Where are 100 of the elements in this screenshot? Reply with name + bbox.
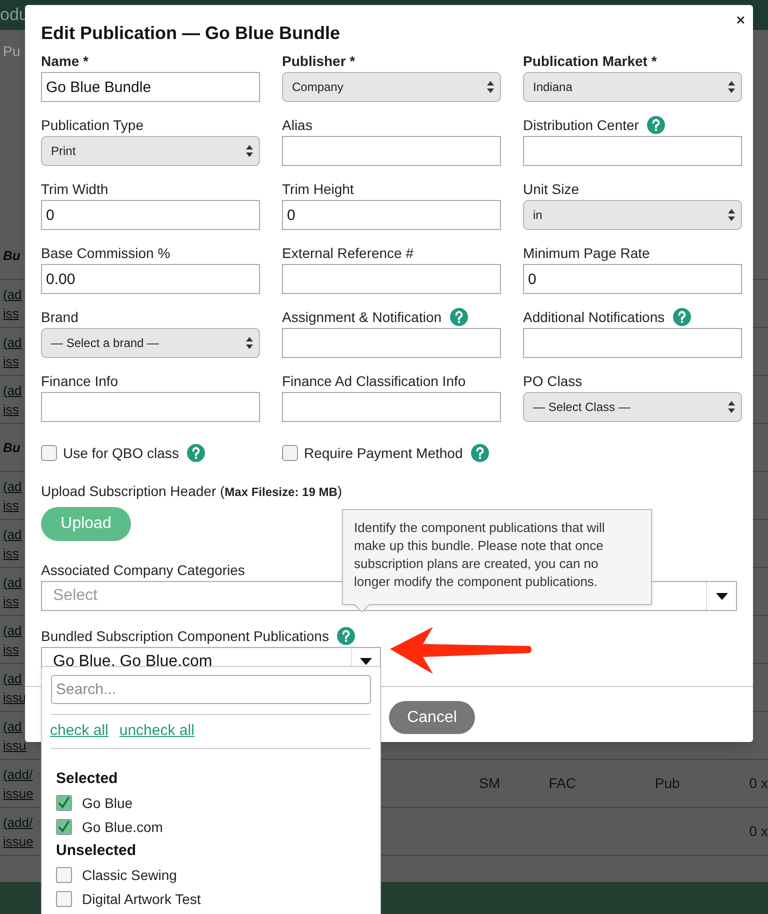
arrow-icon xyxy=(390,627,532,674)
input-field[interactable]: 0 xyxy=(282,200,501,230)
row-link[interactable]: (ad xyxy=(3,572,22,592)
row-link[interactable]: (ad xyxy=(3,476,22,496)
upload-label: Upload Subscription Header (Max Filesize: 19 MB) xyxy=(41,482,344,501)
select-field[interactable]: Indiana xyxy=(523,72,742,102)
field-label: Publication Type xyxy=(41,116,144,135)
row-link[interactable]: issu xyxy=(3,688,26,706)
table-cell: FAC xyxy=(548,774,576,790)
link[interactable]: check all xyxy=(50,720,108,743)
field-label: Assignment & Notification xyxy=(282,308,442,327)
row-link[interactable]: (ad xyxy=(3,716,22,736)
select-field[interactable]: Print xyxy=(41,136,260,166)
row-link[interactable]: iss xyxy=(3,496,19,514)
option-label: Go Blue xyxy=(82,794,133,812)
subtitle-text: Pu xyxy=(3,42,20,60)
input-field[interactable] xyxy=(41,392,260,422)
input-field[interactable]: Go Blue Bundle xyxy=(41,72,260,102)
field-label: Name * xyxy=(41,52,88,70)
field-label: External Reference # xyxy=(282,244,414,262)
group-heading: Unselected xyxy=(55,840,138,861)
input-field[interactable]: 0 xyxy=(41,200,260,230)
help-icon[interactable] xyxy=(672,308,691,326)
row-link[interactable]: (add/ xyxy=(3,812,33,832)
select-field[interactable]: — Select a brand — xyxy=(41,328,260,358)
help-icon[interactable] xyxy=(470,444,489,462)
row-link[interactable]: (ad xyxy=(3,380,22,400)
tooltip-text: Identify the component publications that will make up this bundle. Please note that once subscription plans are created, you can no longer modify the component publications. xyxy=(354,519,606,591)
help-icon[interactable] xyxy=(336,627,355,645)
checkbox[interactable] xyxy=(56,819,72,835)
select-field[interactable]: Company xyxy=(282,72,501,102)
upload-button[interactable]: Upload xyxy=(41,507,131,541)
row-link[interactable]: (ad xyxy=(3,620,22,640)
input-field[interactable] xyxy=(523,328,742,358)
checkbox-label: Require Payment Method xyxy=(304,444,463,463)
field-label: Base Commission % xyxy=(41,244,170,262)
table-cell: SM xyxy=(479,774,500,790)
row-link[interactable]: iss xyxy=(3,544,19,562)
checkbox[interactable] xyxy=(56,795,72,811)
checkbox[interactable] xyxy=(56,867,72,883)
checkbox[interactable] xyxy=(282,445,298,461)
field-label: Alias xyxy=(282,116,312,134)
select-field[interactable]: in xyxy=(523,200,742,230)
updown-arrows-icon xyxy=(246,337,253,349)
dialog-title: Edit Publication — Go Blue Bundle xyxy=(41,22,342,45)
table-cell: 0 x xyxy=(749,822,768,838)
input-field[interactable] xyxy=(282,136,501,166)
search-field[interactable]: Search... xyxy=(51,675,371,704)
option-label: Classic Sewing xyxy=(82,866,177,885)
row-link[interactable]: (ad xyxy=(3,332,22,352)
row-link[interactable]: (ad xyxy=(3,284,22,304)
row-link[interactable]: issue xyxy=(3,784,34,802)
field-label: Brand xyxy=(41,308,78,326)
input-field[interactable]: 0 xyxy=(523,264,742,294)
field-label: Finance Ad Classification Info xyxy=(282,372,466,390)
updown-arrows-icon xyxy=(728,81,735,93)
field-label: Trim Height xyxy=(282,180,354,199)
field-label: Finance Info xyxy=(41,372,118,390)
updown-arrows-icon xyxy=(728,209,735,221)
field-label: Bundled Subscription Component Publications xyxy=(41,626,329,646)
table-cell: Pub xyxy=(654,774,680,790)
row-link[interactable]: issu xyxy=(3,736,26,754)
field-label: Unit Size xyxy=(523,180,580,198)
help-icon[interactable] xyxy=(186,444,205,462)
close-button[interactable]: × xyxy=(736,10,745,32)
field-label: Minimum Page Rate xyxy=(523,244,650,263)
row-link[interactable]: iss xyxy=(3,304,19,322)
option-label: Digital Artwork Test xyxy=(82,890,201,909)
cancel-button[interactable]: Cancel xyxy=(389,701,475,734)
row-title: Bu xyxy=(3,247,20,265)
updown-arrows-icon xyxy=(487,81,494,93)
row-link[interactable]: iss xyxy=(3,352,19,370)
checkbox[interactable] xyxy=(41,445,57,461)
help-icon[interactable] xyxy=(450,308,468,326)
input-field[interactable] xyxy=(282,392,501,422)
checkbox[interactable] xyxy=(56,891,72,907)
help-icon[interactable] xyxy=(646,116,665,134)
input-field[interactable] xyxy=(282,328,501,358)
input-field[interactable] xyxy=(523,136,742,166)
row-link[interactable]: (add/ xyxy=(3,764,33,784)
row-link[interactable]: iss xyxy=(3,400,19,418)
row-link[interactable]: (ad xyxy=(3,668,22,688)
updown-arrows-icon xyxy=(246,145,253,157)
link[interactable]: uncheck all xyxy=(119,720,194,743)
row-title: Bu xyxy=(3,439,20,457)
field-label: Associated Company Categories xyxy=(41,560,245,580)
option-label: Go Blue.com xyxy=(82,818,163,836)
select-field[interactable]: — Select Class — xyxy=(523,392,742,422)
group-heading: Selected xyxy=(55,768,119,789)
input-field[interactable]: 0.00 xyxy=(41,264,260,294)
row-link[interactable]: iss xyxy=(3,592,19,610)
row-link[interactable]: issue xyxy=(3,832,34,850)
field-label: PO Class xyxy=(523,372,582,390)
updown-arrows-icon xyxy=(728,401,735,413)
row-link[interactable]: (ad xyxy=(3,524,22,544)
field-label: Trim Width xyxy=(41,180,108,198)
field-label: Publisher * xyxy=(282,52,356,70)
field-label: Distribution Center xyxy=(523,116,639,134)
row-link[interactable]: iss xyxy=(3,640,19,658)
input-field[interactable] xyxy=(282,264,501,294)
